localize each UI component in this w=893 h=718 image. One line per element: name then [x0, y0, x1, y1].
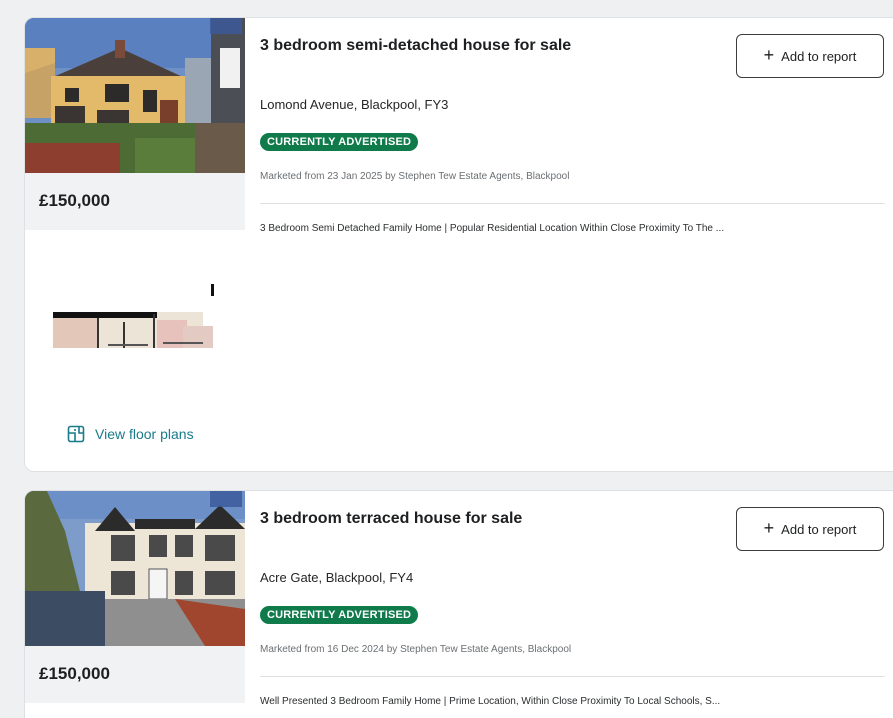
status-badge: CURRENTLY ADVERTISED: [260, 606, 419, 624]
add-to-report-label: Add to report: [781, 521, 857, 537]
property-summary: 3 Bedroom Semi Detached Family Home | Po…: [260, 223, 725, 234]
plus-icon: +: [763, 45, 775, 65]
add-to-report-button[interactable]: + Add to report: [736, 507, 884, 551]
price: £150,000: [39, 664, 110, 683]
floor-plan-icon: [67, 425, 85, 443]
property-title[interactable]: 3 bedroom terraced house for sale: [260, 510, 522, 528]
property-address: Lomond Avenue, Blackpool, FY3: [260, 97, 449, 112]
price: £150,000: [39, 191, 110, 210]
view-floor-plans-link[interactable]: View floor plans: [67, 425, 194, 443]
add-to-report-label: Add to report: [781, 48, 857, 64]
property-summary: Well Presented 3 Bedroom Family Home | P…: [260, 696, 721, 707]
floor-plan-thumbnail[interactable]: [53, 282, 223, 357]
view-floor-plans-label: View floor plans: [95, 426, 194, 442]
price-box: £150,000: [25, 173, 245, 230]
status-badge: CURRENTLY ADVERTISED: [260, 133, 419, 151]
price-box: £150,000: [25, 646, 245, 703]
property-address: Acre Gate, Blackpool, FY4: [260, 570, 414, 585]
property-details: 3 bedroom terraced house for sale Acre G…: [245, 491, 893, 718]
property-card[interactable]: £150,000 3 bedroom terraced house for sa…: [24, 490, 893, 718]
agent-logo: [210, 18, 242, 34]
plus-icon: +: [763, 518, 775, 538]
property-card[interactable]: £150,000 View floor plans 3 bedroom semi…: [24, 17, 893, 472]
add-to-report-button[interactable]: + Add to report: [736, 34, 884, 78]
property-details: 3 bedroom semi-detached house for sale L…: [245, 18, 893, 471]
property-photo[interactable]: [25, 491, 245, 646]
search-results: £150,000 View floor plans 3 bedroom semi…: [0, 0, 893, 718]
divider: [260, 203, 885, 204]
marketed-info: Marketed from 16 Dec 2024 by Stephen Tew…: [260, 644, 572, 655]
agent-logo: [210, 491, 242, 507]
property-title[interactable]: 3 bedroom semi-detached house for sale: [260, 37, 571, 55]
property-photo[interactable]: [25, 18, 245, 173]
marketed-info: Marketed from 23 Jan 2025 by Stephen Tew…: [260, 171, 570, 182]
divider: [260, 676, 885, 677]
